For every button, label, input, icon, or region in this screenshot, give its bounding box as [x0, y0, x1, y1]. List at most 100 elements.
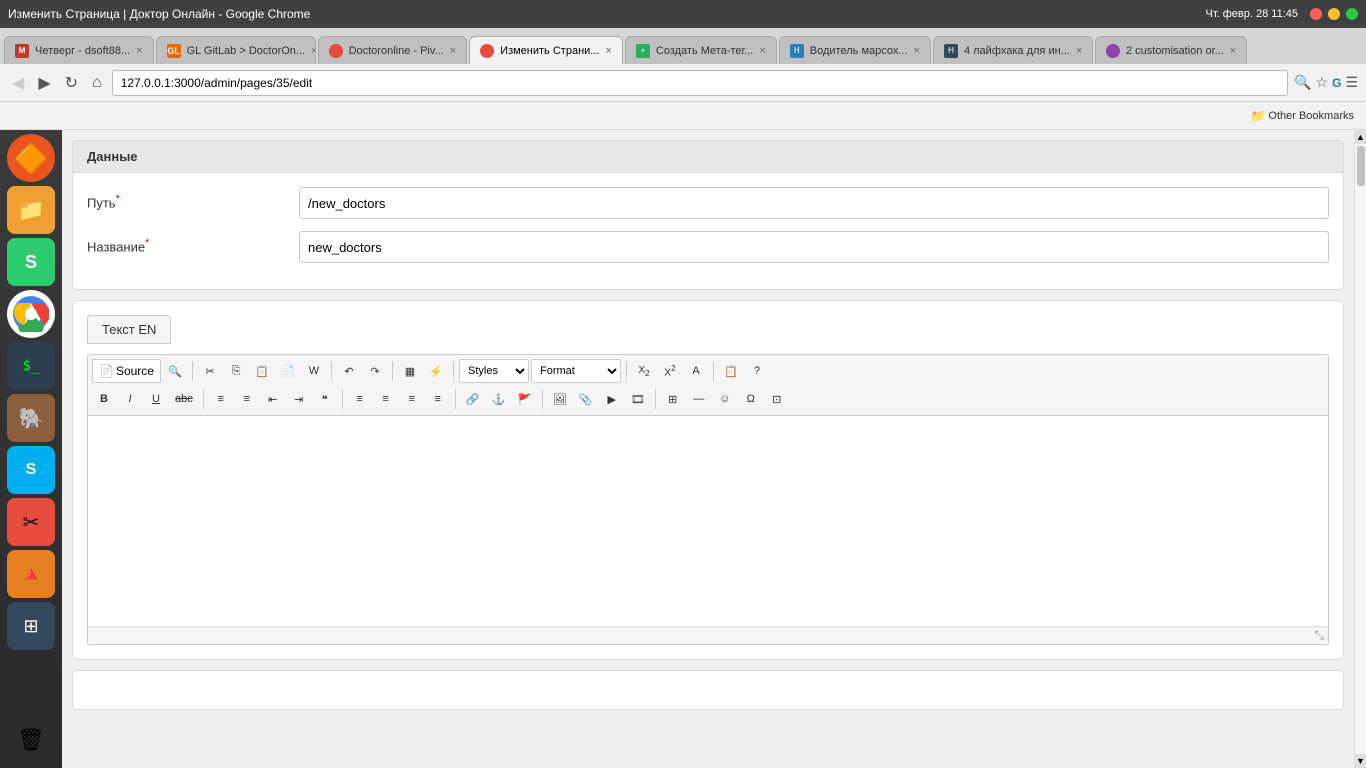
iframe-button[interactable]: ⊡ [765, 387, 789, 411]
minimize-control[interactable] [1328, 8, 1340, 20]
tab-close-sozdanie[interactable]: × [759, 45, 765, 57]
tab-gmail[interactable]: M Четверг - dsoft88... × [4, 36, 154, 64]
redo-button[interactable]: ↷ [363, 359, 387, 383]
justify-button[interactable]: ≡ [426, 387, 450, 411]
copy-button[interactable]: ⎘ [224, 359, 248, 383]
source-button[interactable]: 📄 Source [92, 359, 161, 383]
table-button[interactable]: ⊞ [661, 387, 685, 411]
bookmark-icon[interactable]: ☆ [1316, 74, 1329, 91]
paste-word-button[interactable]: W [302, 359, 326, 383]
help-button[interactable]: ? [745, 359, 769, 383]
dock-item-db[interactable]: 🐘 [7, 394, 55, 442]
separator-1 [192, 361, 193, 381]
dock-item-text-editor[interactable]: S [7, 238, 55, 286]
zoom-icon[interactable]: 🔍 [1294, 74, 1311, 91]
anchor-button[interactable]: ⚓ [487, 387, 511, 411]
hr-button[interactable]: — [687, 387, 711, 411]
outdent-button[interactable]: ⇤ [261, 387, 285, 411]
ordered-list-button[interactable]: ≡ [209, 387, 233, 411]
scrollbar[interactable]: ▲ ▼ [1354, 130, 1366, 768]
bold-button[interactable]: B [92, 387, 116, 411]
link-button[interactable]: 🔗 [461, 387, 485, 411]
dock-item-chrome[interactable] [7, 290, 55, 338]
tab-voditel[interactable]: H Водитель марсох... × [779, 36, 931, 64]
tab-close-laifhak[interactable]: × [1076, 45, 1082, 57]
indent-button[interactable]: ⇥ [287, 387, 311, 411]
scrollbar-thumb[interactable] [1357, 146, 1365, 186]
close-control[interactable] [1310, 8, 1322, 20]
align-left-button[interactable]: ≡ [348, 387, 372, 411]
data-section-body: Путь* Название* [73, 173, 1343, 289]
tab-close-gitlab[interactable]: × [311, 45, 315, 57]
tab-close-gmail[interactable]: × [136, 45, 142, 57]
ajax-button[interactable]: ⚡ [424, 359, 448, 383]
strikethrough-button[interactable]: abc [170, 387, 198, 411]
other-bookmarks[interactable]: 📁 Other Bookmarks [1246, 107, 1358, 125]
scrollbar-down-button[interactable]: ▼ [1355, 754, 1366, 768]
bookmarks-bar: 📁 Other Bookmarks [0, 102, 1366, 130]
unordered-list-button[interactable]: ≡ [235, 387, 259, 411]
dock-item-skype[interactable]: S [7, 446, 55, 494]
maximize-control[interactable] [1346, 8, 1358, 20]
paste-text-button[interactable]: 📄 [276, 359, 300, 383]
menu-icon[interactable]: ☰ [1345, 74, 1358, 91]
path-input[interactable] [299, 187, 1329, 219]
dock-item-files[interactable]: 📁 [7, 186, 55, 234]
text-tab[interactable]: Текст EN [87, 315, 171, 344]
dock-item-terminal[interactable]: $_ [7, 342, 55, 390]
tab-sozdanie[interactable]: + Создать Мета-тег... × [625, 36, 777, 64]
paste-button[interactable]: 📋 [250, 359, 274, 383]
underline-button[interactable]: U [144, 387, 168, 411]
editor-content-area[interactable] [88, 416, 1328, 626]
special-char-button[interactable]: Ω [739, 387, 763, 411]
template-button[interactable]: ▦ [398, 359, 422, 383]
tab-gitlab[interactable]: GL GL GitLab > DoctorOn... × [156, 36, 316, 64]
subscript-button[interactable]: X2 [632, 359, 656, 383]
align-center-button[interactable]: ≡ [374, 387, 398, 411]
tab-close-voditel[interactable]: × [914, 45, 920, 57]
flash-button[interactable]: ▶ [600, 387, 624, 411]
align-right-button[interactable]: ≡ [400, 387, 424, 411]
styles-select[interactable]: Styles [459, 359, 529, 383]
flag-button[interactable]: 🚩 [513, 387, 537, 411]
editor-resize-handle[interactable]: ⤡ [88, 626, 1328, 644]
dock-item-tool[interactable]: ✂ [7, 498, 55, 546]
dock-item-deploy[interactable]: 🔺 [7, 550, 55, 598]
tab-izmenit[interactable]: Изменить Страни... × [469, 36, 623, 64]
dock-item-ubuntu[interactable]: 🔶 [7, 134, 55, 182]
indent-icon: ⇥ [294, 393, 303, 406]
tab-laifhak[interactable]: H 4 лайфхака для ин... × [933, 36, 1093, 64]
reload-button[interactable]: ↻ [61, 71, 82, 95]
tab-close-doctoronline[interactable]: × [450, 45, 456, 57]
undo-button[interactable]: ↶ [337, 359, 361, 383]
file-button[interactable]: 📎 [574, 387, 598, 411]
tab-close-izmenit[interactable]: × [605, 45, 611, 57]
copy-format-button[interactable]: 📋 [719, 359, 743, 383]
separator-10 [542, 389, 543, 409]
account-icon[interactable]: G [1332, 76, 1341, 90]
window-title: Изменить Страница | Доктор Онлайн - Goog… [8, 7, 310, 21]
address-bar[interactable] [112, 70, 1288, 96]
blockquote-button[interactable]: ❝ [313, 387, 337, 411]
smiley-button[interactable]: ☺ [713, 387, 737, 411]
name-input[interactable] [299, 231, 1329, 263]
tab-close-customisation[interactable]: × [1230, 45, 1236, 57]
tab-customisation[interactable]: 2 customisation or... × [1095, 36, 1247, 64]
italic-button[interactable]: I [118, 387, 142, 411]
image-button[interactable]: 🖼 [548, 387, 572, 411]
tab-doctoronline[interactable]: Doctoronline - Piv... × [318, 36, 468, 64]
forward-button[interactable]: ▶ [34, 71, 54, 95]
home-button[interactable]: ⌂ [88, 72, 106, 94]
dock-item-grid[interactable]: ⊞ [7, 602, 55, 650]
back-button[interactable]: ◀ [8, 71, 28, 95]
paste-word-icon: W [309, 365, 319, 377]
find-button[interactable]: 🔍 [163, 359, 187, 383]
cut-button[interactable]: ✂ [198, 359, 222, 383]
format-select[interactable]: Format [531, 359, 621, 383]
ajax-icon: ⚡ [429, 365, 443, 378]
dock-item-trash[interactable]: 🗑 [7, 716, 55, 764]
fontcolor-button[interactable]: A [684, 359, 708, 383]
superscript-button[interactable]: X2 [658, 359, 682, 383]
scrollbar-up-button[interactable]: ▲ [1355, 130, 1366, 144]
media-button[interactable]: 🎞 [626, 387, 650, 411]
